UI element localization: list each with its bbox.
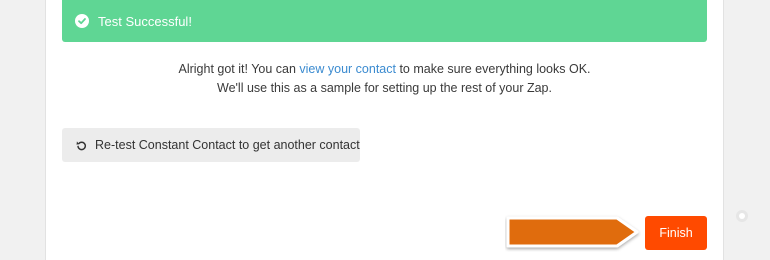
retest-button-label: Re-test Constant Contact to get another … [95,138,360,152]
message-line-2: We'll use this as a sample for setting u… [217,81,552,95]
retry-icon [76,140,87,151]
result-message: Alright got it! You can view your contac… [62,60,707,98]
view-contact-link[interactable]: view your contact [299,62,396,76]
success-banner-text: Test Successful! [98,13,192,29]
retest-button[interactable]: Re-test Constant Contact to get another … [62,128,360,162]
scroll-indicator[interactable] [736,210,748,222]
message-line-1: Alright got it! You can view your contac… [62,60,707,79]
check-circle-icon [75,14,89,28]
arrow-right-icon [506,216,639,248]
message-text-after: to make sure everything looks OK. [395,62,591,76]
finish-button[interactable]: Finish [645,216,707,250]
success-banner: Test Successful! [62,0,707,42]
message-text-before: Alright got it! You can [178,62,300,76]
